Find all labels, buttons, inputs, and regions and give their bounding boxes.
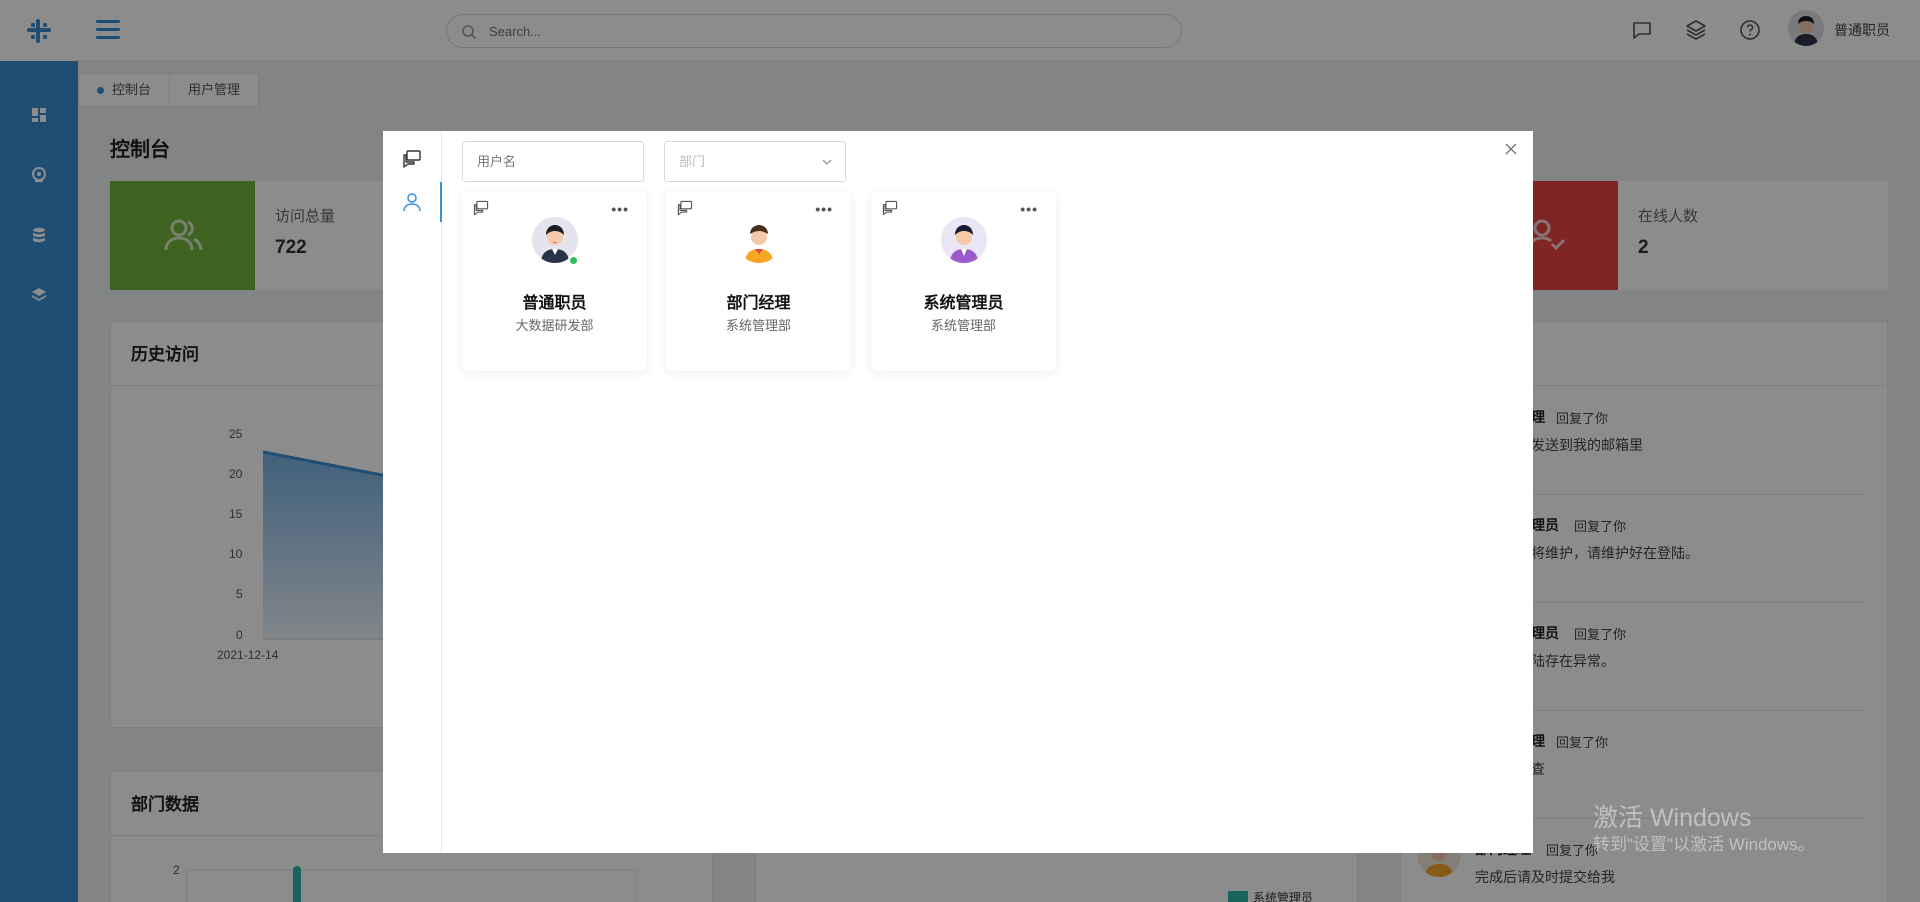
chat-bubbles-icon — [677, 200, 693, 216]
user-card-dept: 大数据研发部 — [515, 318, 594, 333]
card-chat-button[interactable] — [676, 199, 694, 222]
card-chat-button[interactable] — [472, 199, 490, 222]
more-options-button[interactable]: ••• — [611, 201, 629, 217]
user-card[interactable]: ••• 部门经理 系统管理部 — [666, 191, 851, 371]
avatar — [941, 217, 987, 263]
modal-tab-chat[interactable] — [401, 148, 423, 170]
department-select[interactable]: 部门 — [664, 141, 846, 182]
card-chat-button[interactable] — [881, 199, 899, 222]
more-options-button[interactable]: ••• — [815, 201, 833, 217]
avatar-icon — [736, 217, 782, 263]
department-select-placeholder: 部门 — [679, 154, 706, 169]
user-card-dept: 系统管理部 — [930, 318, 996, 333]
user-card[interactable]: ••• 普通职员 大数据研发部 — [462, 191, 647, 371]
active-tab-indicator — [440, 182, 442, 222]
user-card[interactable]: ••• 系统管理员 系统管理部 — [871, 191, 1056, 371]
user-card-name: 系统管理员 — [923, 295, 1004, 312]
avatar — [736, 217, 782, 263]
modal-sidebar — [383, 131, 442, 853]
chat-bubbles-icon — [403, 150, 421, 168]
user-card-dept: 系统管理部 — [725, 318, 791, 333]
close-icon — [1505, 143, 1517, 155]
windows-activation-hint: 转到"设置"以激活 Windows。 — [1593, 835, 1815, 854]
more-options-button[interactable]: ••• — [1020, 201, 1038, 217]
username-filter-input[interactable] — [462, 141, 644, 182]
user-card-name: 部门经理 — [726, 295, 791, 312]
modal-tab-users[interactable] — [401, 191, 423, 213]
chat-bubbles-icon — [882, 200, 898, 216]
close-button[interactable] — [1499, 137, 1523, 161]
chat-bubbles-icon — [473, 200, 489, 216]
chevron-down-icon — [822, 159, 832, 165]
user-icon — [403, 193, 421, 212]
user-card-name: 普通职员 — [522, 295, 587, 312]
avatar-icon — [941, 217, 987, 263]
user-list-modal: 部门 ••• 普通职员 大数据研发部 ••• 部门经理 系统管理部 ••• — [383, 131, 1533, 853]
windows-activation-title: 激活 Windows — [1593, 804, 1752, 832]
online-status-dot — [568, 255, 579, 266]
